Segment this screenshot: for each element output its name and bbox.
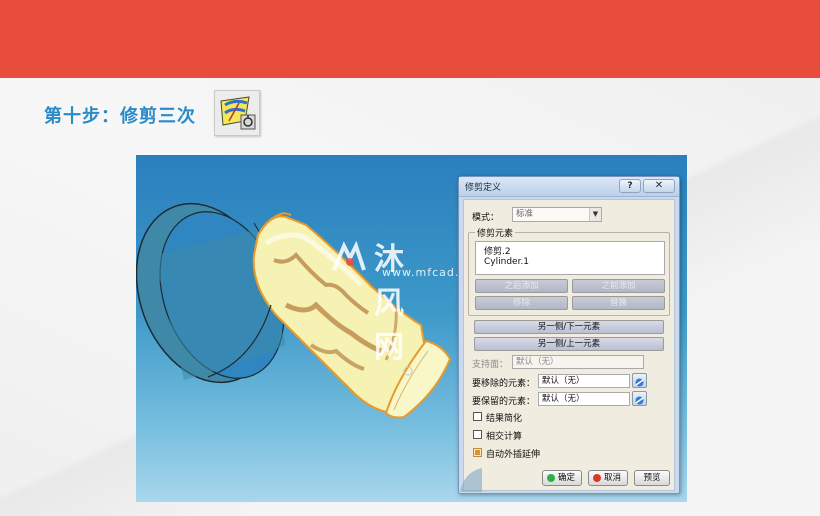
close-button[interactable]: ✕: [643, 179, 675, 193]
trim-elements-list[interactable]: 修剪.2 Cylinder.1: [475, 241, 665, 275]
elements-to-remove-label: 要移除的元素：: [472, 379, 536, 389]
mode-select[interactable]: 标准 ▼: [512, 207, 602, 222]
trim-elements-group: 修剪元素 修剪.2 Cylinder.1 之后添加 之前添加 移除 替换: [468, 226, 670, 316]
list-item[interactable]: Cylinder.1: [484, 257, 529, 267]
compass-icon: [460, 468, 482, 492]
element-picker-icon[interactable]: [632, 373, 647, 388]
elements-to-keep-field[interactable]: 默认（无）: [538, 392, 630, 406]
auto-extrapolation-checkbox[interactable]: [473, 448, 482, 457]
dialog-title: 修剪定义: [465, 183, 502, 193]
ok-label: 确定: [558, 473, 576, 483]
intersection-computation-label: 相交计算: [486, 432, 523, 442]
mode-select-value: 标准: [516, 209, 534, 219]
ok-icon: [547, 474, 555, 482]
other-side-prev-button[interactable]: 另一侧/上一元素: [474, 337, 664, 351]
auto-extrapolation-label: 自动外插延伸: [486, 450, 541, 460]
help-button[interactable]: ?: [619, 179, 641, 193]
elements-to-remove-field[interactable]: 默认（无）: [538, 374, 630, 388]
top-banner: [0, 0, 820, 78]
other-side-next-button[interactable]: 另一侧/下一元素: [474, 320, 664, 334]
trim-icon[interactable]: [214, 90, 260, 136]
simplify-result-checkbox[interactable]: [473, 412, 482, 421]
element-picker-icon[interactable]: [632, 391, 647, 406]
trim-definition-dialog: 修剪定义 ? ✕ 模式： 标准 ▼ 修剪元素 修剪.2 Cylinder.1 之…: [458, 176, 680, 494]
insert-before-button[interactable]: 之前添加: [572, 279, 665, 293]
chevron-down-icon[interactable]: ▼: [589, 208, 601, 221]
elements-to-keep-label: 要保留的元素：: [472, 397, 536, 407]
preview-button[interactable]: 预览: [634, 470, 670, 486]
intersection-computation-checkbox[interactable]: [473, 430, 482, 439]
support-label: 支持面：: [472, 360, 509, 370]
step-title: 第十步：修剪三次: [44, 106, 196, 127]
watermark-main: 沐风网: [374, 242, 406, 365]
mode-label: 模式：: [472, 213, 500, 223]
cancel-icon: [593, 474, 601, 482]
remove-button[interactable]: 移除: [475, 296, 568, 310]
replace-button[interactable]: 替换: [572, 296, 665, 310]
trim-elements-label: 修剪元素: [475, 226, 516, 239]
cancel-button[interactable]: 取消: [588, 470, 628, 486]
list-item[interactable]: 修剪.2: [484, 244, 511, 257]
ok-button[interactable]: 确定: [542, 470, 582, 486]
simplify-result-label: 结果简化: [486, 414, 523, 424]
support-field[interactable]: 默认（无）: [512, 355, 644, 369]
cancel-label: 取消: [604, 473, 622, 483]
insert-after-button[interactable]: 之后添加: [475, 279, 568, 293]
dialog-body: 模式： 标准 ▼ 修剪元素 修剪.2 Cylinder.1 之后添加 之前添加 …: [460, 199, 675, 492]
dialog-titlebar[interactable]: 修剪定义 ? ✕: [459, 177, 679, 197]
watermark-logo-icon: [332, 240, 366, 271]
